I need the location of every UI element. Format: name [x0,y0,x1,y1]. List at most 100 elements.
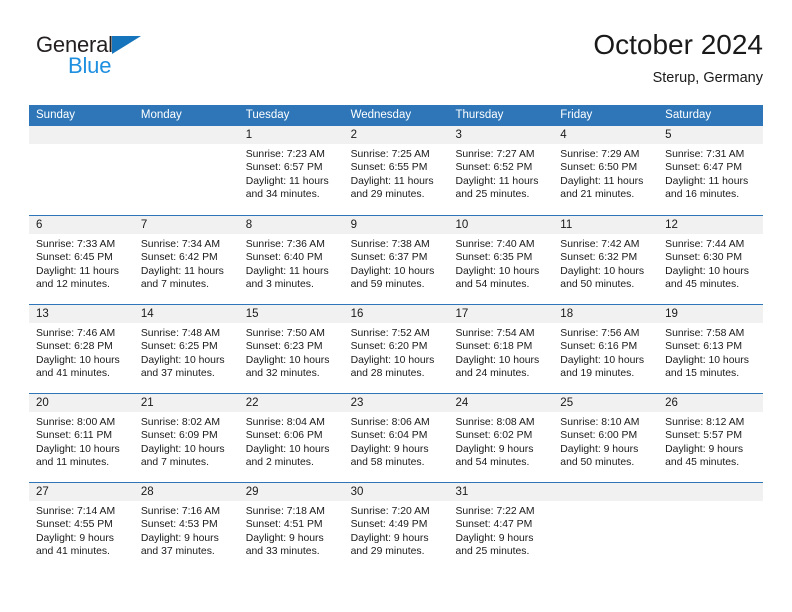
day-detail-line: and 11 minutes. [36,457,110,469]
day-detail-line: Sunrise: 7:54 AM [455,328,535,339]
day-number [133,126,239,144]
day-detail-line: Sunrise: 7:52 AM [350,328,430,339]
day-number: 25 [553,394,659,412]
page-header: General Blue October 2024 Sterup, German… [29,28,763,98]
day-detail-line: Sunset: 4:47 PM [455,519,533,531]
day-detail-line: and 28 minutes. [350,368,425,380]
calendar-day-cell[interactable]: 9 Sunrise: 7:38 AM Sunset: 6:37 PM Daylight… [343,216,449,304]
day-detail-line: and 54 minutes. [455,457,530,469]
calendar-day-cell[interactable]: 13 Sunrise: 7:46 AM Sunset: 6:28 PM Dayligh… [29,305,134,393]
triangle-icon [112,36,141,54]
calendar-week-row: 27 Sunrise: 7:14 AM Sunset: 4:55 PM Dayligh… [29,482,764,571]
calendar-day-cell[interactable]: 17 Sunrise: 7:54 AM Sunset: 6:18 PM Dayligh… [448,305,554,393]
day-number: 19 [658,305,764,323]
day-number: 22 [238,394,344,412]
calendar-day-cell[interactable]: 28 Sunrise: 7:16 AM Sunset: 4:53 PM Dayligh… [133,483,239,571]
calendar-day-cell[interactable]: 4 Sunrise: 7:29 AM Sunset: 6:50 PM Daylight… [553,126,659,215]
calendar-day-cell[interactable]: 14 Sunrise: 7:48 AM Sunset: 6:25 PM Dayligh… [133,305,239,393]
calendar-day-cell[interactable]: 24 Sunrise: 8:08 AM Sunset: 6:02 PM Dayligh… [448,394,554,482]
calendar-day-cell[interactable]: 20 Sunrise: 8:00 AM Sunset: 6:11 PM Dayligh… [29,394,134,482]
day-details: Sunrise: 7:36 AM Sunset: 6:40 PM Daylight:… [239,234,344,292]
calendar-day-cell[interactable]: 23 Sunrise: 8:06 AM Sunset: 6:04 PM Dayligh… [343,394,449,482]
day-number: 14 [133,305,239,323]
day-detail-line: Sunset: 6:40 PM [245,252,323,264]
day-detail-line: Sunrise: 7:40 AM [455,239,535,250]
day-number: 24 [448,394,554,412]
calendar-day-cell[interactable]: 10 Sunrise: 7:40 AM Sunset: 6:35 PM Dayligh… [448,216,554,304]
calendar-day-cell[interactable]: 30 Sunrise: 7:20 AM Sunset: 4:49 PM Dayligh… [343,483,449,571]
calendar-day-cell[interactable]: 31 Sunrise: 7:22 AM Sunset: 4:47 PM Dayligh… [448,483,554,571]
day-details: Sunrise: 7:33 AM Sunset: 6:45 PM Daylight:… [29,234,134,292]
page-title: October 2024 [593,29,763,60]
day-number: 13 [29,305,134,323]
calendar-day-cell[interactable]: 5 Sunrise: 7:31 AM Sunset: 6:47 PM Daylight… [658,126,764,215]
calendar-day-cell[interactable]: 26 Sunrise: 8:12 AM Sunset: 5:57 PM Dayligh… [658,394,764,482]
calendar-day-cell[interactable]: 7 Sunrise: 7:34 AM Sunset: 6:42 PM Daylight… [133,216,239,304]
day-detail-line: and 7 minutes. [140,457,210,469]
day-detail-line: Sunset: 6:09 PM [140,430,218,442]
calendar-day-cell[interactable]: 8 Sunrise: 7:36 AM Sunset: 6:40 PM Daylight… [238,216,344,304]
day-detail-line: and 16 minutes. [665,189,740,201]
calendar-day-cell[interactable]: 22 Sunrise: 8:04 AM Sunset: 6:06 PM Dayligh… [238,394,344,482]
day-details: Sunrise: 7:40 AM Sunset: 6:35 PM Daylight:… [448,234,553,292]
calendar-day-cell[interactable]: 3 Sunrise: 7:27 AM Sunset: 6:52 PM Daylight… [448,126,554,215]
day-detail-line: Daylight: 10 hours [350,354,435,366]
calendar-day-cell[interactable]: 27 Sunrise: 7:14 AM Sunset: 4:55 PM Dayligh… [29,483,134,571]
day-detail-line: and 41 minutes. [36,368,110,380]
day-detail-line: and 50 minutes. [560,279,635,291]
calendar-week-row: 13 Sunrise: 7:46 AM Sunset: 6:28 PM Dayligh… [29,304,764,393]
day-detail-line: Sunrise: 7:31 AM [665,149,745,160]
calendar-day-cell[interactable]: 6 Sunrise: 7:33 AM Sunset: 6:45 PM Daylight… [29,216,134,304]
day-detail-line: and 25 minutes. [455,546,530,558]
calendar-day-cell[interactable]: 16 Sunrise: 7:52 AM Sunset: 6:20 PM Dayligh… [343,305,449,393]
calendar-day-cell[interactable]: 25 Sunrise: 8:10 AM Sunset: 6:00 PM Dayligh… [553,394,659,482]
day-detail-line: Sunset: 4:55 PM [36,519,113,531]
day-detail-line: and 29 minutes. [350,189,425,201]
day-detail-line: Daylight: 9 hours [245,532,324,544]
calendar-day-cell[interactable]: 1 Sunrise: 7:23 AM Sunset: 6:57 PM Daylight… [238,126,344,215]
day-detail-line: Daylight: 10 hours [560,354,645,366]
day-detail-line: and 33 minutes. [245,546,320,558]
day-detail-line: Sunrise: 8:02 AM [140,417,220,428]
day-details: Sunrise: 7:56 AM Sunset: 6:16 PM Daylight:… [553,323,658,381]
day-detail-line: Daylight: 11 hours [36,265,119,277]
day-details: Sunrise: 7:50 AM Sunset: 6:23 PM Daylight:… [239,323,344,381]
day-details [658,501,763,505]
day-number: 8 [238,216,344,234]
day-details: Sunrise: 8:10 AM Sunset: 6:00 PM Daylight:… [553,412,658,470]
weekday-header-monday: Monday [140,109,182,121]
day-details: Sunrise: 7:27 AM Sunset: 6:52 PM Daylight:… [448,144,553,202]
day-detail-line: Sunrise: 7:14 AM [36,506,116,517]
calendar-day-cell[interactable]: 12 Sunrise: 7:44 AM Sunset: 6:30 PM Dayligh… [658,216,764,304]
calendar-day-cell[interactable]: 21 Sunrise: 8:02 AM Sunset: 6:09 PM Dayligh… [133,394,239,482]
day-details: Sunrise: 7:29 AM Sunset: 6:50 PM Daylight:… [553,144,658,202]
day-detail-line: and 19 minutes. [560,368,635,380]
calendar-day-cell[interactable]: 11 Sunrise: 7:42 AM Sunset: 6:32 PM Dayligh… [553,216,659,304]
day-detail-line: Sunrise: 7:44 AM [665,239,745,250]
calendar-page: General Blue October 2024 Sterup, German… [0,0,792,612]
calendar-day-cell[interactable]: 18 Sunrise: 7:56 AM Sunset: 6:16 PM Dayligh… [553,305,659,393]
day-details: Sunrise: 7:18 AM Sunset: 4:51 PM Daylight:… [239,501,344,559]
calendar-day-cell[interactable]: 2 Sunrise: 7:25 AM Sunset: 6:55 PM Daylight… [343,126,449,215]
day-number: 15 [238,305,344,323]
day-detail-line: Daylight: 11 hours [140,265,224,277]
weekday-header-sunday: Sunday [36,109,76,121]
day-detail-line: Daylight: 10 hours [350,265,435,277]
title-block: October 2024 Sterup, Germany [593,28,763,88]
day-detail-line: and 15 minutes. [665,368,740,380]
day-number: 5 [658,126,764,144]
logo-text-blue: Blue [68,53,112,78]
calendar-day-cell[interactable]: 15 Sunrise: 7:50 AM Sunset: 6:23 PM Dayligh… [238,305,344,393]
day-detail-line: Daylight: 9 hours [560,443,639,455]
day-detail-line: and 54 minutes. [455,279,530,291]
day-detail-line: Sunrise: 7:29 AM [560,149,640,160]
day-detail-line: Sunset: 6:13 PM [665,341,742,353]
calendar-day-cell[interactable]: 19 Sunrise: 7:58 AM Sunset: 6:13 PM Dayligh… [658,305,764,393]
day-number: 16 [343,305,449,323]
day-detail-line: and 21 minutes. [560,189,635,201]
calendar-week-row: 20 Sunrise: 8:00 AM Sunset: 6:11 PM Dayligh… [29,393,764,482]
calendar-day-cell[interactable]: 29 Sunrise: 7:18 AM Sunset: 4:51 PM Dayligh… [238,483,344,571]
day-details: Sunrise: 7:44 AM Sunset: 6:30 PM Daylight:… [658,234,763,292]
day-detail-line: Daylight: 11 hours [455,175,539,187]
day-detail-line: Daylight: 10 hours [560,265,645,277]
